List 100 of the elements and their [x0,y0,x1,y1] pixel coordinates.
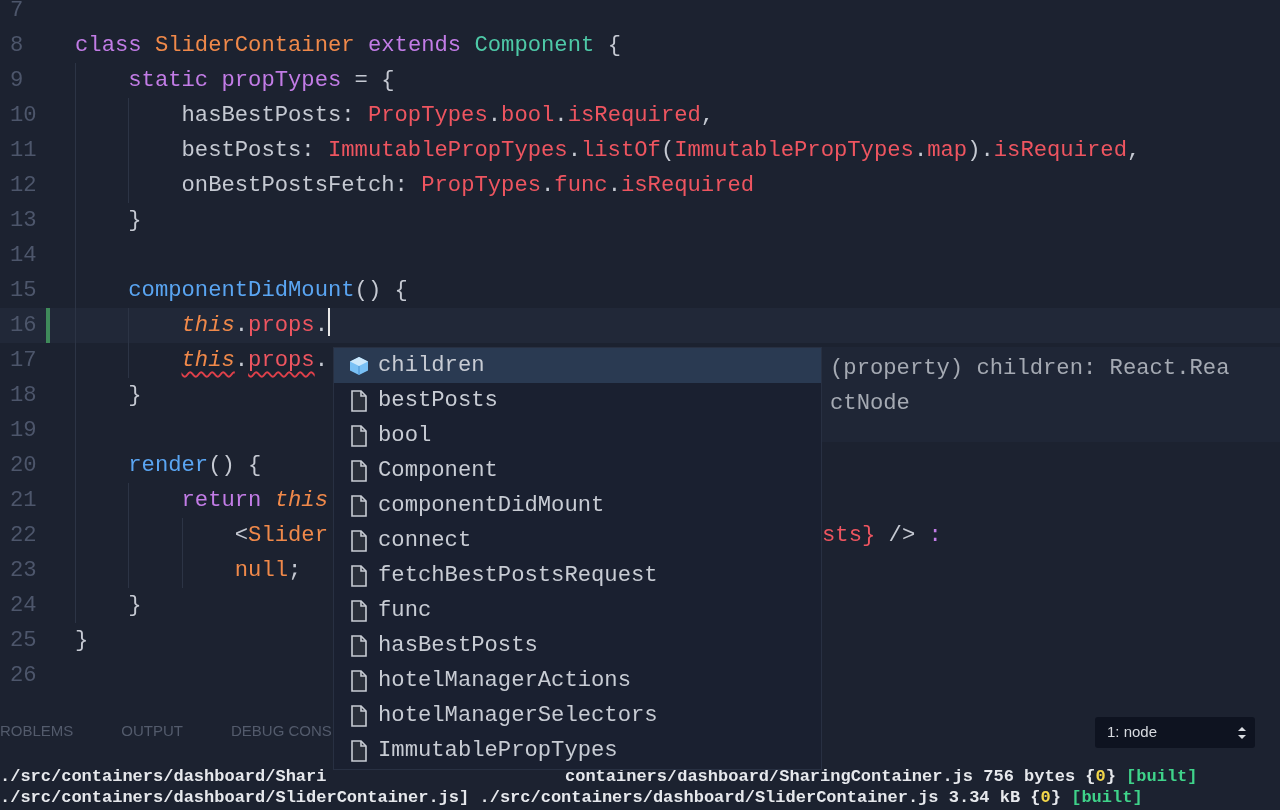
code-token: . [487,103,502,128]
code-token: ; [288,558,302,583]
code-token: Component [473,33,595,58]
dropdown-arrows-icon [1237,724,1247,741]
code-token: this [181,313,235,338]
line-number: 11 [10,137,37,165]
terminal-text: } [1050,788,1061,807]
file-icon [348,563,370,588]
code-token: props [248,313,315,338]
code-token: . [234,313,249,338]
line-number: 12 [10,172,37,200]
line-number: 9 [10,67,24,95]
code-token: return [181,488,262,513]
suggestion-item[interactable]: hasBestPosts [334,628,821,663]
suggestion-item[interactable]: componentDidMount [334,488,821,523]
terminal-text: 0 [1095,767,1106,786]
file-icon [348,458,370,483]
code-token: , [1126,138,1141,163]
code-token: } [128,208,142,233]
file-icon [348,493,370,518]
code-token: () { [354,278,408,303]
code-token: func [554,173,608,198]
suggestion-item[interactable]: Component [334,453,821,488]
suggestion-item[interactable]: bool [334,418,821,453]
code-token: { [606,33,621,58]
code-token: map [927,138,968,163]
code-token: onBestPostsFetch: [181,173,409,198]
file-icon [348,668,370,693]
suggestion-item[interactable]: ImmutablePropTypes [334,733,821,768]
code-token: } [75,628,89,653]
suggestion-item[interactable]: children [334,348,821,383]
suggestion-item[interactable]: connect [334,523,821,558]
code-token: isRequired [620,173,755,198]
terminal-text: ./src/containers/dashboard/SliderContainer.js] ./src/containers/dashboard/SliderContainer.js 3.34 kB { [0,788,1041,807]
file-icon [348,703,370,728]
line-number: 21 [10,487,37,515]
code-token: sts} [822,523,876,548]
code-token: . [607,173,621,198]
code-token: . [567,138,581,163]
terminal-text: } [1105,767,1116,786]
code-token: null [234,558,289,583]
code-token: class [75,33,142,58]
terminal-select[interactable]: 1: node [1095,717,1255,748]
code-token: . [234,348,249,373]
code-token: hasBestPosts: [181,103,356,128]
code-token: . [541,173,555,198]
code-token: . [913,138,928,163]
code-token: this [181,348,235,373]
line-number: 10 [10,102,37,130]
suggestion-item[interactable]: fetchBestPostsRequest [334,558,821,593]
code-token: () { [208,453,262,478]
terminal-text: [built] [1070,788,1143,807]
code-token: bestPosts: [181,138,316,163]
code-token: ImmutablePropTypes [674,138,914,163]
file-icon [348,388,370,413]
line-number: 18 [10,382,37,410]
code-token: , [700,103,715,128]
suggestion-item[interactable]: bestPosts [334,383,821,418]
code-token: static propTypes [128,68,342,93]
code-token: bool [501,103,555,128]
code-token: ImmutablePropTypes [328,138,568,163]
code-token: ). [967,138,994,163]
code-token: props [248,348,315,373]
line-number: 13 [10,207,37,235]
line-number: 8 [10,32,24,60]
line-number: 26 [10,662,37,690]
terminal-text: ./src/containers/dashboard/Shari [0,767,327,786]
code-token: . [314,313,328,338]
suggestion-details: (property) children: React.Rea ctNode [822,347,1280,442]
code-token: Slider [248,523,328,548]
file-icon [348,598,370,623]
code-token: PropTypes [421,173,542,198]
code-token: } [128,593,142,618]
line-number: 20 [10,452,37,480]
line-number: 14 [10,242,37,270]
code-token: render [128,453,209,478]
line-number: 15 [10,277,37,305]
suggestion-item[interactable]: hotelManagerActions [334,663,821,698]
line-number: 23 [10,557,37,585]
terminal-text: containers/dashboard/SharingContainer.js 756 bytes { [565,767,1096,786]
file-icon [348,738,370,763]
code-token: listOf [581,138,661,163]
code-token: extends [366,33,462,58]
line-number: 25 [10,627,37,655]
code-token: isRequired [993,138,1127,163]
line-number: 19 [10,417,37,445]
code-token: . [314,348,328,373]
line-number: 7 [10,0,24,25]
code-token: ( [660,138,675,163]
suggestion-item[interactable]: func [334,593,821,628]
code-token: isRequired [567,103,701,128]
code-token: : [927,523,942,548]
suggestion-item[interactable]: hotelManagerSelectors [334,698,821,733]
code-token: SliderContainer [153,33,355,58]
code-token: . [554,103,568,128]
terminal-text: [built] [1125,767,1198,786]
code-token: } [128,383,142,408]
line-number: 24 [10,592,37,620]
code-token: PropTypes [367,103,488,128]
code-token: /> [887,523,916,548]
